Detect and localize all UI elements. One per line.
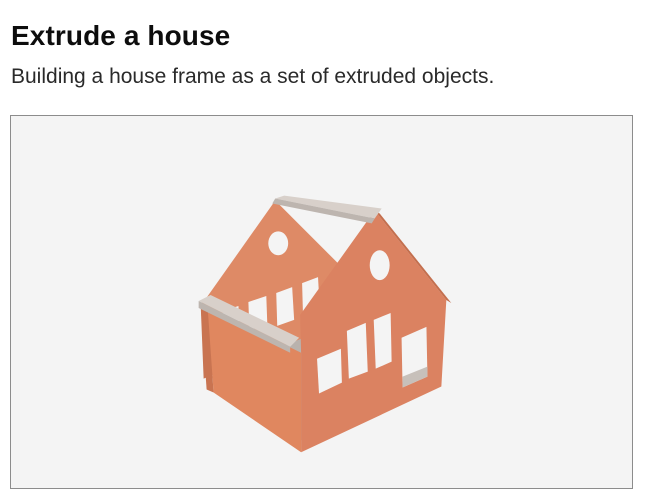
front-gable-round-window <box>369 250 390 281</box>
page-title: Extrude a house <box>11 20 231 51</box>
house-model <box>198 195 452 453</box>
front-window-2 <box>346 322 368 379</box>
back-window-3 <box>276 287 295 326</box>
back-gable-round-window <box>268 231 289 256</box>
front-window-3 <box>373 312 392 369</box>
page-subtitle: Building a house frame as a set of extru… <box>11 65 495 88</box>
3d-viewport[interactable] <box>10 115 633 489</box>
